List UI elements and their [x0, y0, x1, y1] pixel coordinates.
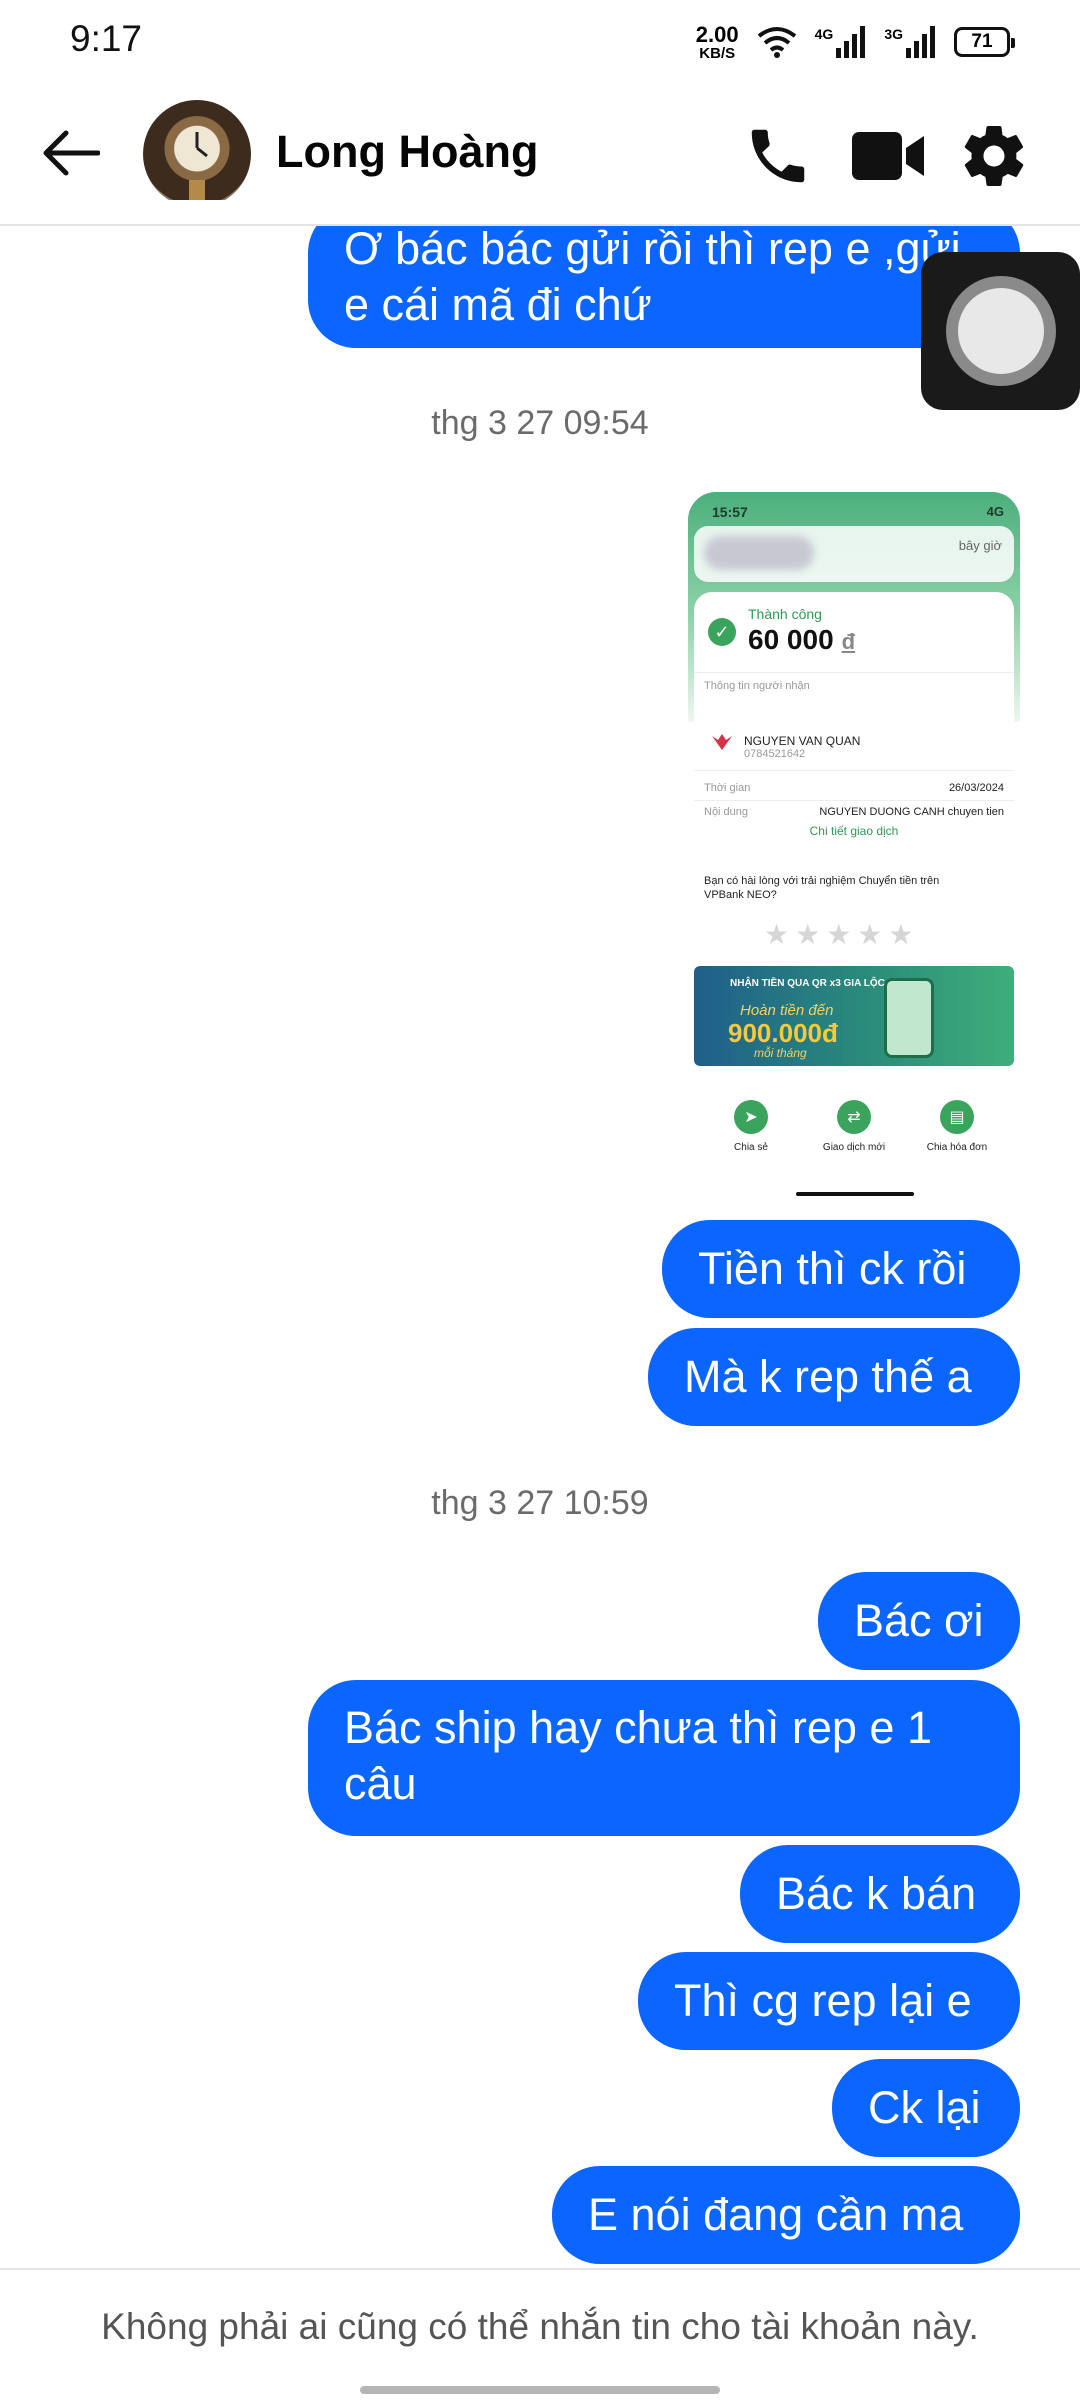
message-bubble[interactable]: Ck lại — [832, 2059, 1020, 2157]
gear-icon — [964, 126, 1024, 186]
gesture-navigation-bar[interactable] — [360, 2386, 720, 2394]
status-bar: 9:17 2.00 KB/S 4G 3G 71 — [0, 0, 1080, 80]
time-label: Thời gian — [704, 782, 751, 794]
message-text: e cái mã đi chứ — [344, 279, 652, 330]
network-speed-value: 2.00 — [695, 21, 739, 47]
attachment-notification: bây giờ — [694, 526, 1014, 582]
signal-3g-icon: 3G — [884, 26, 936, 58]
split-bill-label: Chia hóa đơn — [926, 1142, 988, 1153]
success-check-icon: ✓ — [708, 618, 736, 646]
avatar[interactable] — [143, 100, 251, 208]
banner-line2: Hoàn tiền đến — [740, 1002, 834, 1019]
message-text: Thì cg rep lại e — [674, 1975, 972, 2026]
recipient-label: Thông tin người nhận — [704, 680, 810, 692]
banner-line4: mỗi tháng — [754, 1046, 807, 1060]
status-time: 9:17 — [70, 18, 143, 59]
back-arrow-icon — [43, 130, 100, 176]
signal-3g-label: 3G — [884, 26, 903, 42]
attachment-status-network: 4G — [986, 504, 1004, 519]
message-text: Bác ơi — [854, 1595, 984, 1646]
message-bubble[interactable]: Bác ship hay chưa thì rep e 1 câu — [308, 1680, 1020, 1836]
image-attachment[interactable]: 15:57 4G bây giờ ✓ Thành công 60 000 đ Th… — [688, 492, 1020, 1212]
recipient-phone: 0784521642 — [744, 748, 806, 760]
message-timestamp: thg 3 27 10:59 — [431, 1484, 649, 1522]
rating-stars: ★★★★★ — [764, 919, 920, 950]
status-icons: 2.00 KB/S 4G 3G 71 — [695, 20, 1015, 64]
transfer-status: Thành công — [748, 606, 822, 622]
attachment-action-bar: ➤ Chia sẻ ⇄ Giao dịch mới ▤ Chia hóa đơn — [688, 1086, 1020, 1212]
message-bubble[interactable]: Mà k rep thế a — [648, 1328, 1020, 1426]
video-camera-icon — [852, 132, 924, 180]
messaging-restricted-footer: Không phải ai cũng có thể nhắn tin cho t… — [0, 2268, 1080, 2400]
message-text: Bác k bán — [776, 1868, 977, 1919]
send-icon: ➤ — [734, 1100, 768, 1134]
message-text: Tiền thì ck rồi — [698, 1243, 967, 1294]
network-speed-unit: KB/S — [699, 44, 736, 62]
voice-call-button[interactable] — [738, 116, 818, 196]
message-bubble[interactable]: E nói đang cần ma — [552, 2166, 1020, 2264]
new-transaction-action: ⇄ Giao dịch mới — [809, 1100, 899, 1153]
message-bubble[interactable]: Ơ bác bác gửi rồi thì rep e ,gửi e cái m… — [308, 205, 1020, 348]
assistive-touch-button[interactable] — [921, 252, 1080, 410]
recipient-name: NGUYEN VAN QUAN — [744, 734, 861, 748]
time-value: 26/03/2024 — [948, 782, 1004, 794]
message-text: Ơ bác bác gửi rồi thì rep e ,gửi — [344, 223, 961, 274]
divider — [694, 770, 1014, 771]
video-call-button[interactable] — [848, 116, 928, 196]
network-speed: 2.00 KB/S — [695, 21, 739, 62]
share-action: ➤ Chia sẻ — [706, 1100, 796, 1153]
phone-illustration-icon — [884, 978, 934, 1058]
battery-level: 71 — [971, 31, 993, 52]
clock-photo-icon — [189, 132, 208, 200]
back-button[interactable] — [36, 118, 106, 188]
message-text: Mà k rep thế a — [684, 1351, 972, 1402]
attachment-status-time: 15:57 — [712, 504, 748, 520]
message-bubble[interactable]: Thì cg rep lại e — [638, 1952, 1020, 2050]
assistive-touch-icon — [945, 276, 1056, 386]
rating-card: Bạn có hài lòng với trải nghiệm Chuyển t… — [694, 864, 1014, 956]
settings-button[interactable] — [954, 116, 1034, 196]
message-bubble[interactable]: Tiền thì ck rồi — [662, 1220, 1020, 1318]
split-bill-action: ▤ Chia hóa đơn — [912, 1100, 1002, 1153]
promo-banner: NHẬN TIỀN QUA QR x3 GIA LỘC Hoàn tiền đế… — [694, 966, 1014, 1066]
message-bubble[interactable]: Bác ơi — [818, 1572, 1020, 1670]
message-text: câu — [344, 1758, 417, 1809]
share-label: Chia sẻ — [734, 1142, 768, 1153]
blurred-sender — [704, 536, 814, 570]
banner-amount: 900.000đ — [728, 1018, 838, 1048]
bill-icon: ▤ — [940, 1100, 974, 1134]
notification-time: bây giờ — [958, 538, 1002, 553]
messaging-restriction-notice: Không phải ai cũng có thể nhắn tin cho t… — [101, 2306, 979, 2347]
swap-icon: ⇄ — [837, 1100, 871, 1134]
amount-value: 60 000 — [748, 624, 834, 655]
new-transaction-label: Giao dịch mới — [822, 1142, 886, 1153]
transfer-receipt-card: ✓ Thành công 60 000 đ Thông tin người nhậ… — [694, 592, 1014, 852]
transfer-amount: 60 000 đ — [748, 624, 855, 656]
message-text: E nói đang cần ma — [588, 2189, 964, 2240]
message-timestamp: thg 3 27 09:54 — [431, 404, 649, 442]
bank-logo-icon — [712, 734, 732, 750]
phone-icon — [751, 129, 805, 183]
message-bubble[interactable]: Bác k bán — [740, 1845, 1020, 1943]
transaction-detail-link: Chi tiết giao dịch — [809, 824, 899, 838]
banner-line1: NHẬN TIỀN QUA QR x3 GIA LỘC — [730, 978, 885, 989]
signal-4g-icon: 4G — [815, 26, 867, 58]
attachment-home-indicator — [796, 1192, 914, 1196]
content-label: Nội dung — [704, 806, 749, 818]
signal-4g-label: 4G — [814, 26, 834, 42]
wifi-icon — [757, 27, 796, 58]
message-text: Ck lại — [868, 2082, 981, 2133]
content-value: NGUYEN DUONG CANH chuyen tien — [819, 806, 1004, 818]
divider — [694, 672, 1014, 673]
battery-icon: 71 — [954, 27, 1015, 57]
contact-name[interactable]: Long Hoàng — [276, 126, 538, 178]
header-overlap-mask — [0, 200, 1080, 226]
message-text: Bác ship hay chưa thì rep e 1 — [344, 1702, 932, 1753]
currency-symbol: đ — [841, 629, 856, 654]
rating-question: Bạn có hài lòng với trải nghiệm Chuyển t… — [704, 875, 940, 901]
divider — [694, 800, 1014, 801]
